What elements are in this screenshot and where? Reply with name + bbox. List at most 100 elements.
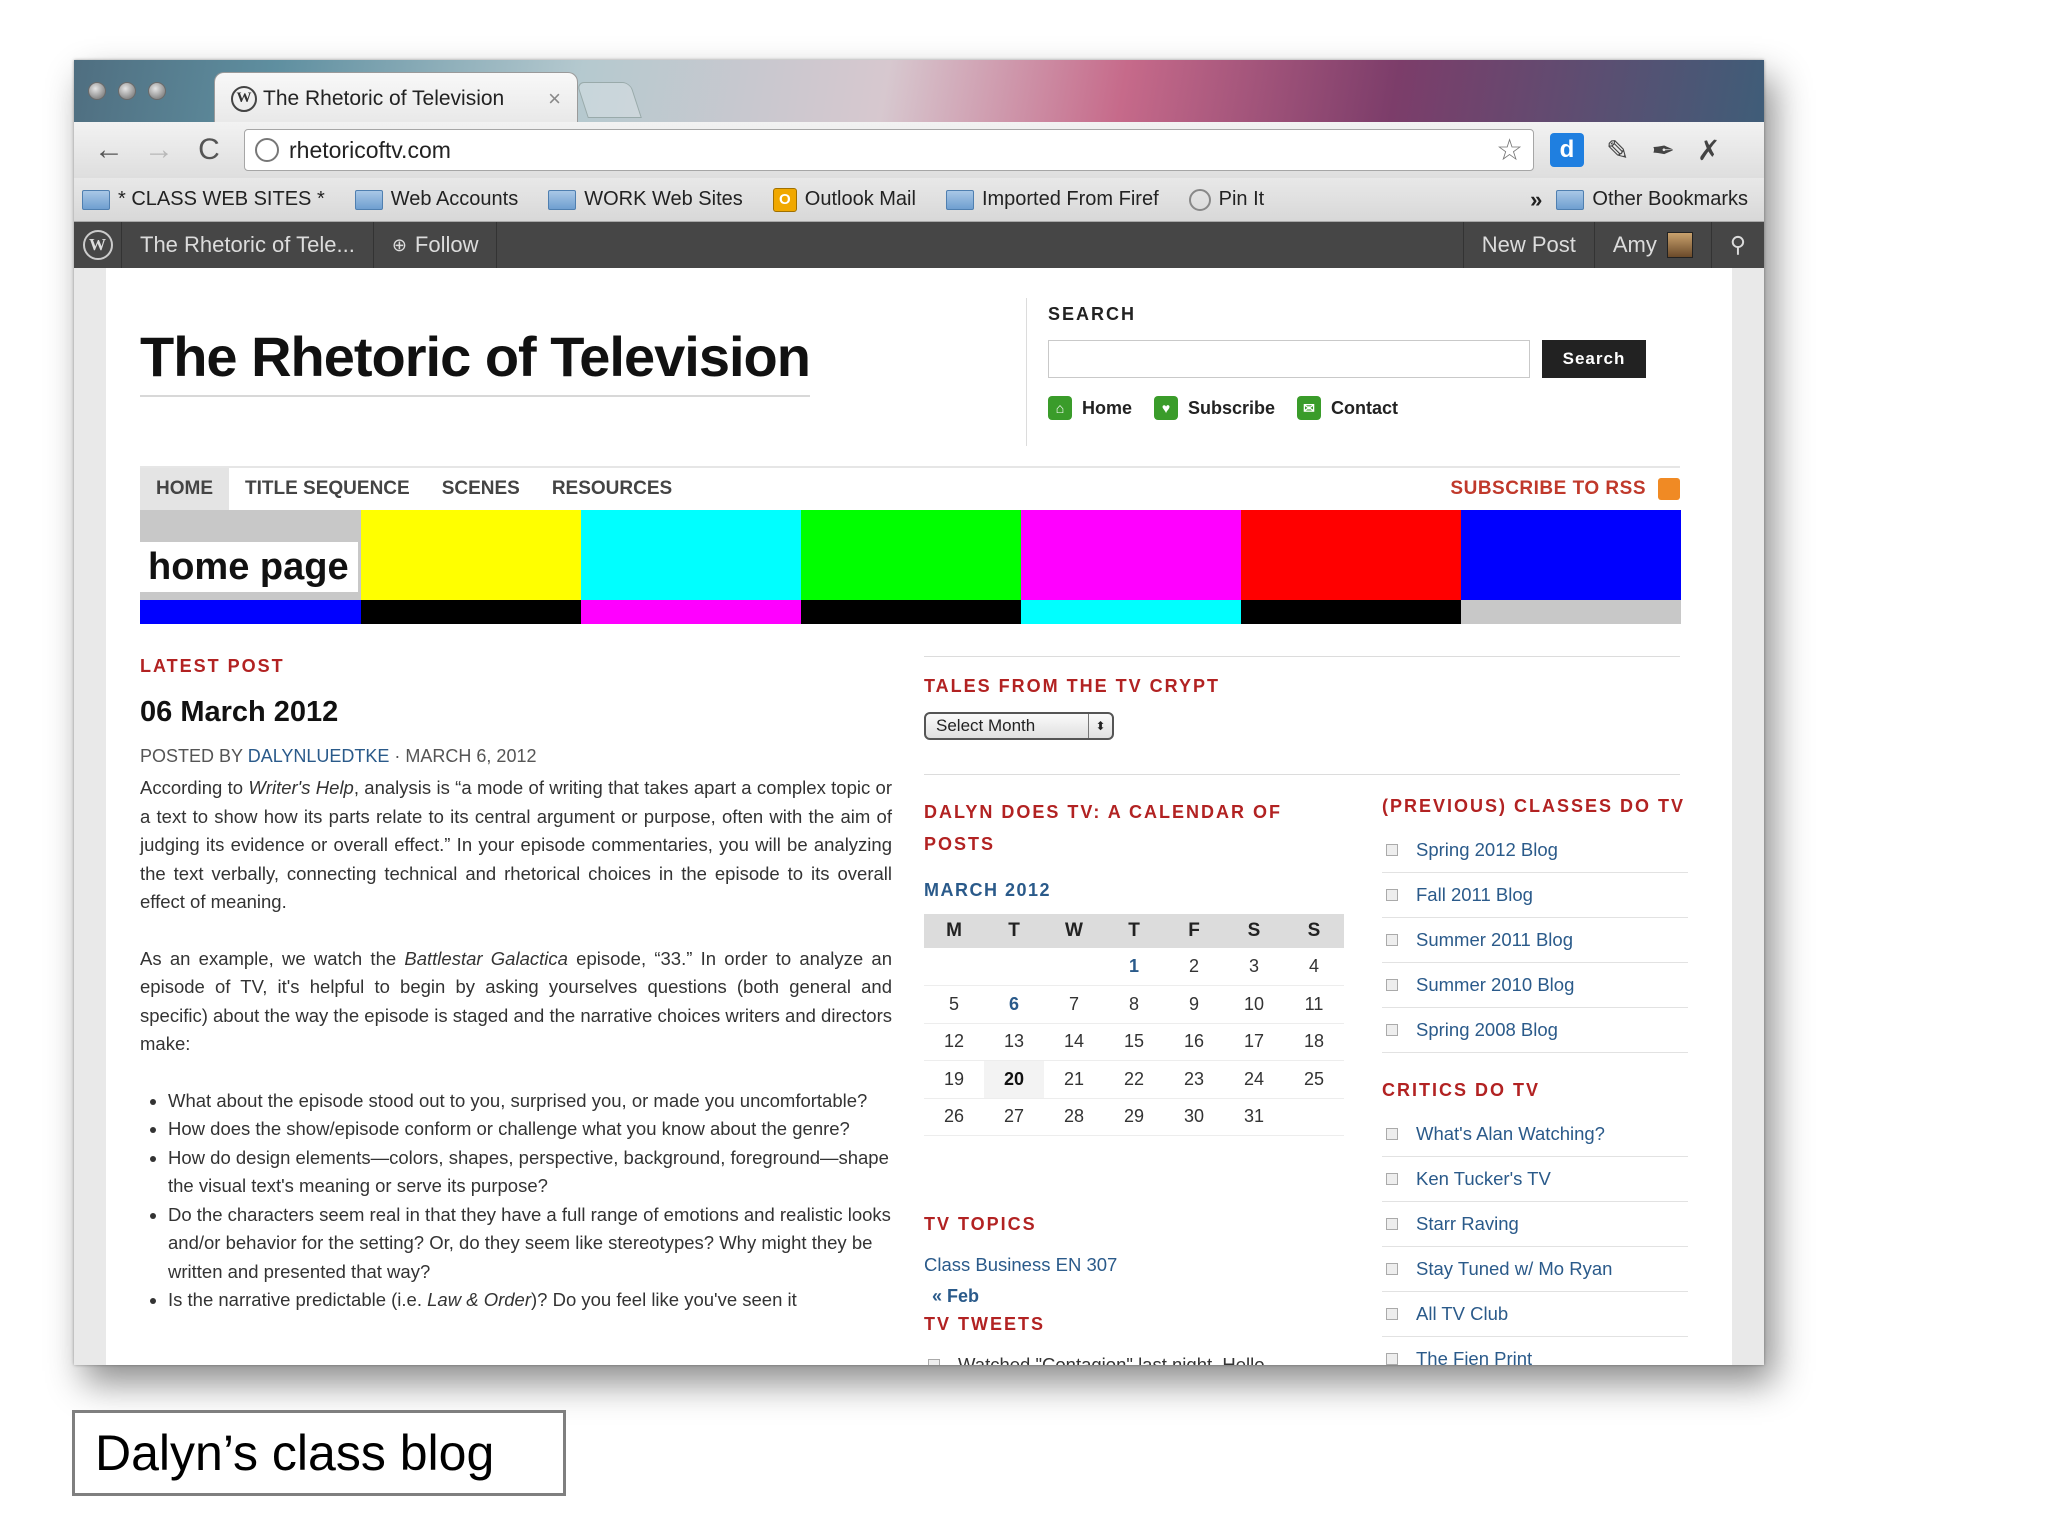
site-title[interactable]: The Rhetoric of Television: [140, 324, 811, 397]
list-item[interactable]: All TV Club: [1382, 1292, 1688, 1337]
new-tab-button[interactable]: [576, 82, 642, 118]
link-text: Spring 2012 Blog: [1416, 839, 1558, 860]
bullet-icon: [1386, 1173, 1398, 1185]
wordpress-menu-button[interactable]: W: [74, 222, 122, 268]
bullet-icon: [1386, 844, 1398, 856]
forward-button[interactable]: →: [134, 133, 184, 167]
calendar-day: 4: [1284, 948, 1344, 986]
nav-resources[interactable]: RESOURCES: [536, 468, 688, 510]
admin-bar-right: New Post Amy ⚲: [1462, 222, 1764, 268]
calendar-heading: DALYN DOES TV: A CALENDAR OF POSTS: [924, 802, 1283, 854]
nav-title-sequence[interactable]: TITLE SEQUENCE: [229, 468, 426, 510]
nav-home[interactable]: HOME: [140, 468, 229, 510]
list-item[interactable]: Spring 2012 Blog: [1382, 828, 1688, 873]
user-menu[interactable]: Amy: [1593, 222, 1711, 268]
calendar-day: 3: [1224, 948, 1284, 986]
calendar-day: 17: [1224, 1023, 1284, 1061]
tab-close-icon[interactable]: ×: [548, 86, 561, 112]
list-item[interactable]: The Fien Print: [1382, 1337, 1688, 1365]
calendar-day: [1044, 948, 1104, 986]
more-bookmarks-chevron[interactable]: »: [1530, 187, 1542, 213]
tweet-item[interactable]: Watched "Contagion" last night. Hello: [924, 1354, 1265, 1365]
list-item[interactable]: Spring 2008 Blog: [1382, 1008, 1688, 1053]
rss-icon: [1658, 478, 1680, 500]
bookmark-pin-it[interactable]: Pin It: [1188, 188, 1264, 211]
bookmark-web-accounts[interactable]: Web Accounts: [354, 188, 519, 211]
link-text: Summer 2011 Blog: [1416, 929, 1573, 950]
calendar-day: 25: [1284, 1060, 1344, 1099]
minimize-window-button[interactable]: [118, 82, 136, 100]
address-bar[interactable]: rhetoricoftv.com ☆: [244, 129, 1534, 171]
feather-icon[interactable]: ✒: [1651, 134, 1674, 167]
bookmark-class-web-sites[interactable]: * CLASS WEB SITES *: [82, 188, 325, 211]
list-item[interactable]: Starr Raving: [1382, 1202, 1688, 1247]
search-button[interactable]: Search: [1542, 340, 1646, 378]
close-window-button[interactable]: [88, 82, 106, 100]
list-item[interactable]: Summer 2010 Blog: [1382, 963, 1688, 1008]
bookmark-imported-from-firefox[interactable]: Imported From Firef: [945, 188, 1159, 211]
browser-tab[interactable]: W The Rhetoric of Television ×: [214, 72, 578, 124]
calendar-day: 31: [1224, 1098, 1284, 1136]
bookmark-work-web-sites[interactable]: WORK Web Sites: [548, 188, 743, 211]
bookmark-label: Web Accounts: [390, 188, 519, 210]
bullet-icon: [928, 1359, 940, 1365]
quicklink-home[interactable]: ⌂ Home: [1048, 396, 1132, 420]
list-item[interactable]: Fall 2011 Blog: [1382, 873, 1688, 918]
bookmark-outlook-mail[interactable]: O Outlook Mail: [772, 187, 916, 212]
zoom-window-button[interactable]: [148, 82, 166, 100]
sidebar-divider: [924, 656, 1680, 657]
puzzle-icon[interactable]: ✎: [1606, 134, 1629, 167]
calendar-week: 26 27 28 29 30 31: [924, 1098, 1344, 1136]
admin-follow-button[interactable]: ⊕ Follow: [374, 222, 498, 268]
text-run: Battlestar Galactica: [404, 947, 568, 969]
bookmark-label: Imported From Firef: [981, 188, 1159, 210]
wrench-icon[interactable]: ✗: [1697, 134, 1720, 167]
calendar-day: 2: [1164, 948, 1224, 986]
month-select[interactable]: Select Month ⬍: [924, 712, 1114, 740]
post-body: According to Writer's Help, analysis is …: [140, 774, 892, 1315]
calendar-weeks: 1 2 3 4 5 6 7 8 9 10 11 12 13 14 15 16 17 18 19 20 21 22 23 24 2…: [924, 948, 1344, 1136]
bullet-icon: [1386, 1024, 1398, 1036]
reload-button[interactable]: C: [184, 133, 234, 167]
list-item[interactable]: Stay Tuned w/ Mo Ryan: [1382, 1247, 1688, 1292]
list-item[interactable]: Summer 2011 Blog: [1382, 918, 1688, 963]
quicklink-subscribe[interactable]: ♥ Subscribe: [1154, 396, 1275, 420]
calendar-day: 8: [1104, 985, 1164, 1024]
folder-icon: [548, 189, 577, 210]
folder-icon: [1556, 189, 1585, 210]
folder-icon: [82, 189, 110, 210]
topic-link[interactable]: Class Business EN 307: [924, 1254, 1117, 1276]
user-name: Amy: [1612, 232, 1657, 257]
calendar-day: 24: [1224, 1060, 1284, 1099]
rss-label: SUBSCRIBE TO RSS: [1450, 478, 1646, 499]
calendar-day: 13: [984, 1023, 1044, 1061]
bullet-icon: [1386, 979, 1398, 991]
quicklink-contact[interactable]: ✉ Contact: [1297, 396, 1398, 420]
bookmark-other-bookmarks[interactable]: Other Bookmarks: [1556, 188, 1748, 211]
header-divider: [1026, 298, 1027, 446]
back-button[interactable]: ←: [84, 133, 134, 167]
calendar-day: 5: [924, 985, 984, 1024]
new-post-button[interactable]: New Post: [1462, 222, 1594, 268]
color-bar-bottom: [140, 600, 361, 624]
calendar-day: 29: [1104, 1098, 1164, 1136]
subscribe-rss-link[interactable]: SUBSCRIBE TO RSS: [1450, 478, 1680, 500]
color-bar-bottom: [360, 600, 581, 624]
list-item[interactable]: What's Alan Watching?: [1382, 1112, 1688, 1157]
calendar-day[interactable]: 1: [1104, 948, 1164, 986]
admin-search-icon[interactable]: ⚲: [1710, 222, 1764, 268]
calendar-day[interactable]: 6: [984, 985, 1044, 1024]
post-author-link[interactable]: DALYNLUEDTKE: [248, 746, 390, 766]
color-bars-banner: home page: [140, 510, 1681, 624]
search-input[interactable]: [1048, 340, 1530, 378]
post-paragraph: According to Writer's Help, analysis is …: [140, 774, 892, 917]
post-title[interactable]: 06 March 2012: [140, 696, 338, 729]
delicious-extension-icon[interactable]: d: [1550, 133, 1584, 167]
url-text[interactable]: rhetoricoftv.com: [289, 137, 1496, 164]
nav-scenes[interactable]: SCENES: [426, 468, 536, 510]
list-item[interactable]: Ken Tucker's TV: [1382, 1157, 1688, 1202]
admin-site-name[interactable]: The Rhetoric of Tele...: [122, 222, 374, 268]
list-item: Is the narrative predictable (i.e. Law &…: [168, 1286, 892, 1315]
bookmark-star-icon[interactable]: ☆: [1496, 133, 1523, 168]
calendar-prev-month-link[interactable]: « Feb: [932, 1286, 979, 1307]
